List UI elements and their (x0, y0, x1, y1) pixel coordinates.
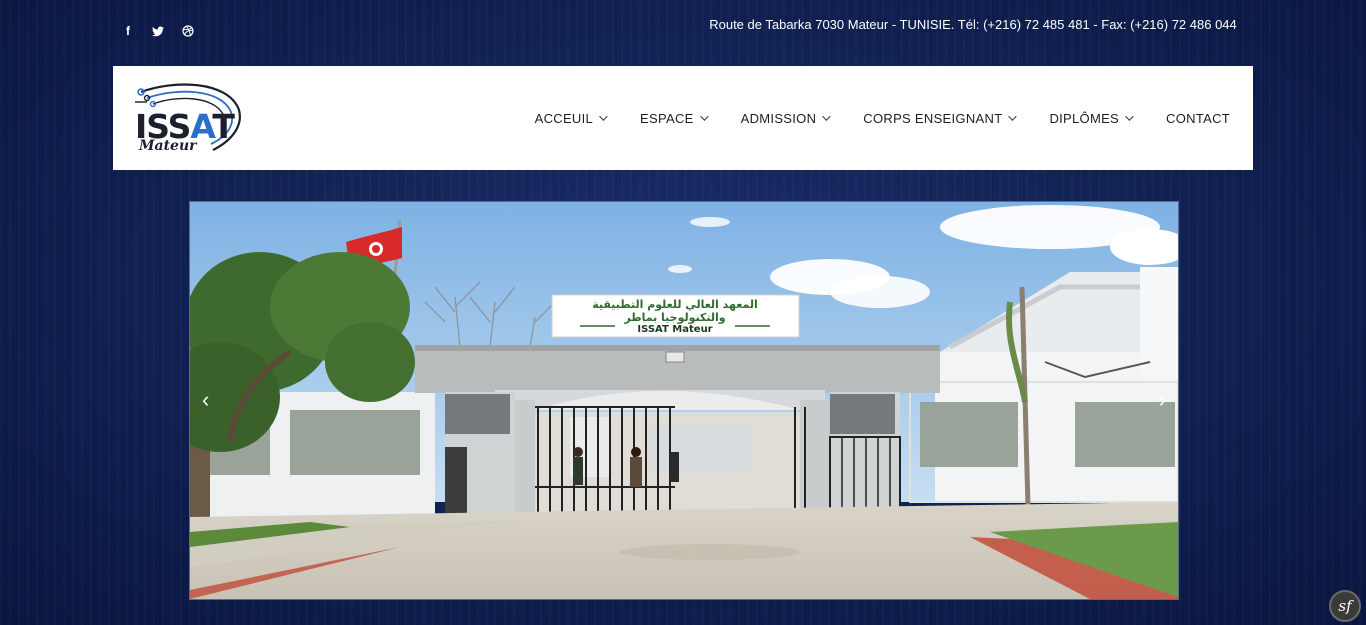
slider-prev-button[interactable]: ‹ (202, 388, 209, 412)
sign-arabic-line2: والتكنولوجيا بماطر (623, 311, 725, 324)
chevron-down-icon (1125, 112, 1134, 121)
chevron-down-icon (599, 112, 608, 121)
sign-arabic-line1: المعهد العالي للعلوم التطبيقية (592, 298, 758, 311)
slider-next-button[interactable]: › (1159, 388, 1166, 412)
campus-entrance-photo: المعهد العالي للعلوم التطبيقية والتكنولو… (190, 202, 1178, 599)
logo-subtitle: Mateur (139, 138, 197, 154)
nav-item-corps-enseignant[interactable]: CORPS ENSEIGNANT (863, 111, 1018, 126)
issat-logo[interactable]: ISSAT Mateur (133, 80, 245, 158)
facebook-icon[interactable]: f (121, 24, 135, 38)
chevron-down-icon (1008, 112, 1018, 121)
contact-address: Route de Tabarka 7030 Mateur - TUNISIE. … (709, 17, 1237, 32)
nav-item-contact[interactable]: CONTACT (1166, 111, 1230, 126)
social-links: f (121, 24, 195, 38)
main-nav: ACCEUIL ESPACE ADMISSION CORPS ENSEIGNAN… (535, 66, 1230, 170)
chevron-down-icon (699, 112, 709, 121)
nav-item-espace[interactable]: ESPACE (640, 111, 709, 126)
nav-item-acceuil[interactable]: ACCEUIL (535, 111, 608, 126)
chevron-down-icon (822, 112, 831, 121)
dribbble-icon[interactable] (181, 24, 195, 38)
top-bar: f Route de Tabarka 7030 Mateur - TUNISIE… (113, 14, 1253, 54)
symfony-toolbar-icon[interactable]: sf (1329, 590, 1361, 622)
nav-item-diplomes[interactable]: DIPLÔMES (1049, 111, 1134, 126)
hero-slider: المعهد العالي للعلوم التطبيقية والتكنولو… (189, 201, 1179, 600)
sign-latin: ISSAT Mateur (637, 324, 712, 335)
nav-item-admission[interactable]: ADMISSION (741, 111, 831, 126)
site-header: ISSAT Mateur ACCEUIL ESPACE ADMISSION CO… (113, 66, 1253, 170)
twitter-icon[interactable] (151, 24, 165, 38)
